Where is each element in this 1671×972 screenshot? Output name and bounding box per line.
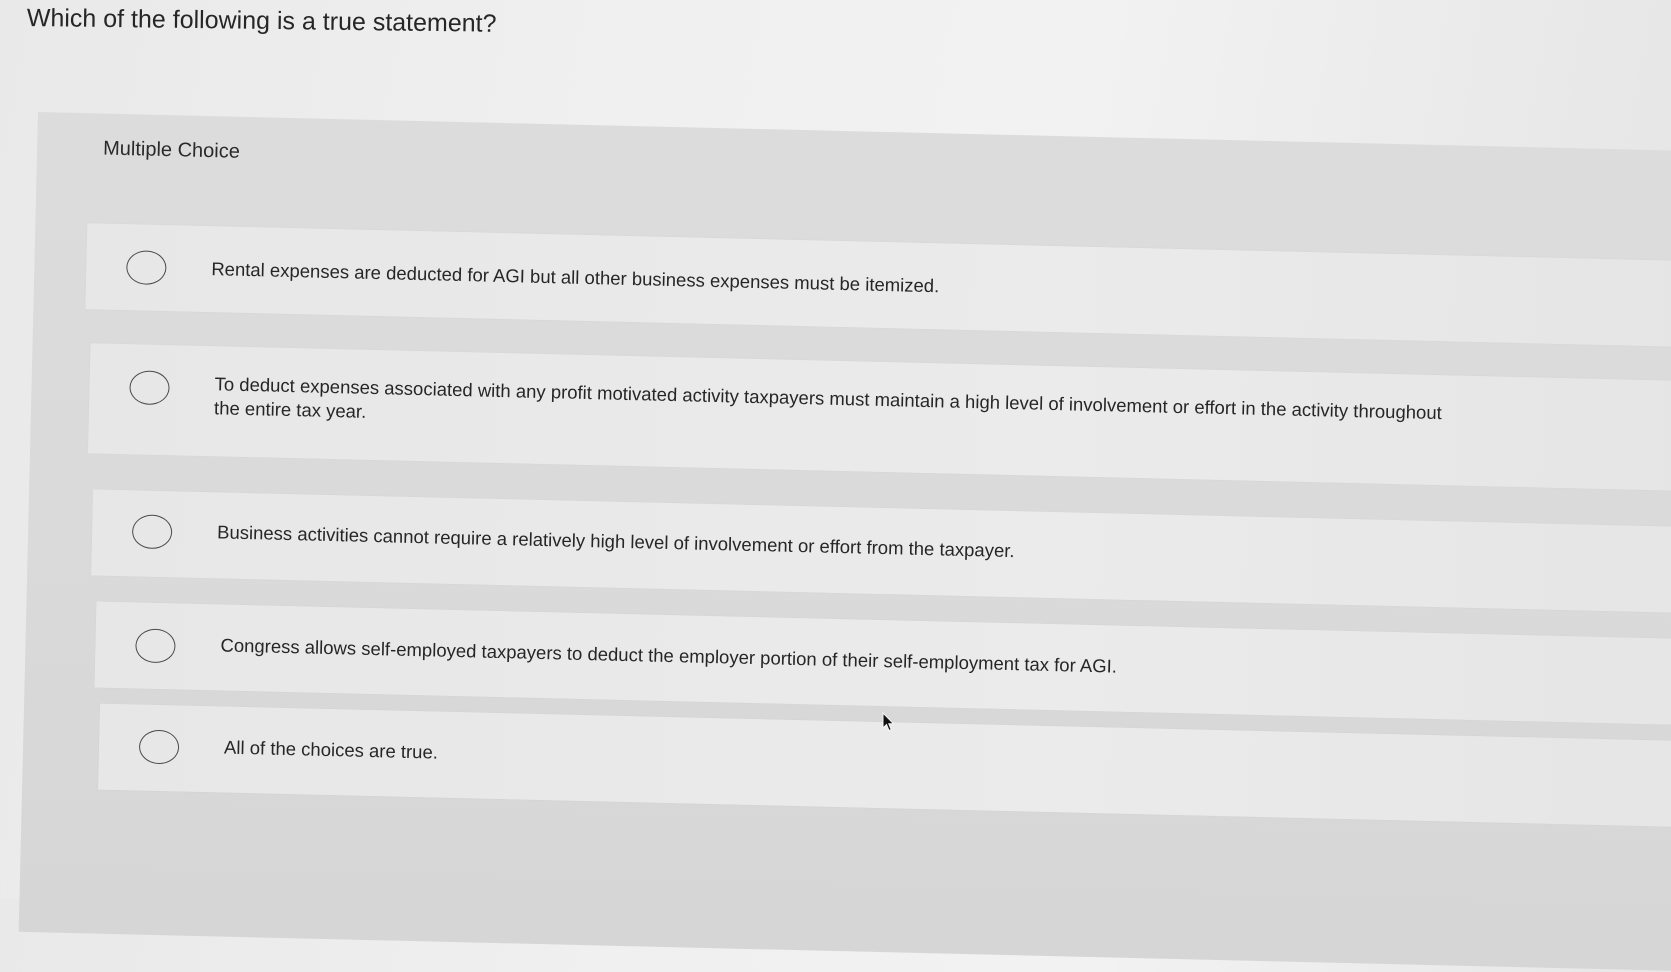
choice-label: To deduct expenses associated with any p… [213, 373, 1443, 424]
choice-label: Rental expenses are deducted for AGI but… [211, 258, 940, 297]
question-text: Which of the following is a true stateme… [26, 4, 497, 38]
choice-option-1[interactable]: Rental expenses are deducted for AGI but… [85, 223, 1671, 348]
choice-option-4[interactable]: Congress allows self-employed taxpayers … [94, 601, 1671, 726]
choice-label: All of the choices are true. [223, 736, 439, 763]
choice-label: Business activities cannot require a rel… [216, 521, 1015, 562]
radio-unselected-icon[interactable] [125, 250, 167, 286]
choice-option-2[interactable]: To deduct expenses associated with any p… [87, 343, 1671, 492]
radio-unselected-icon[interactable] [135, 628, 176, 664]
mouse-pointer-icon [882, 712, 895, 732]
multiple-choice-panel: Multiple Choice Rental expenses are dedu… [18, 112, 1671, 972]
radio-unselected-icon[interactable] [138, 729, 180, 765]
choice-label: Congress allows self-employed taxpayers … [220, 634, 1118, 677]
radio-unselected-icon[interactable] [129, 370, 170, 406]
radio-unselected-icon[interactable] [131, 514, 173, 550]
choice-option-3[interactable]: Business activities cannot require a rel… [91, 489, 1671, 614]
section-label: Multiple Choice [102, 137, 241, 163]
